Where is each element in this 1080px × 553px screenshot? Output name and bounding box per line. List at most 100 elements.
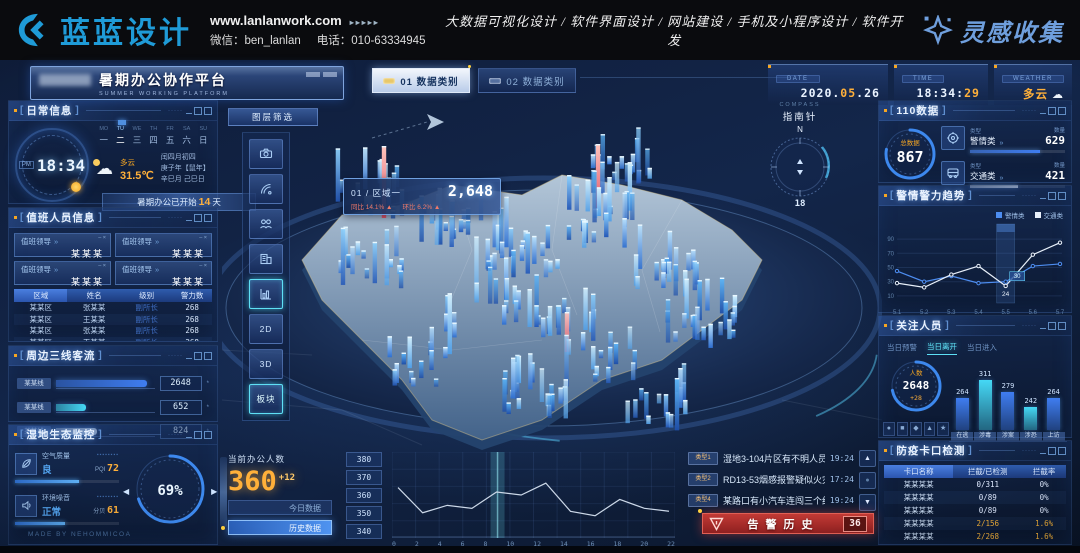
maximize-icon[interactable] [1048,107,1056,115]
expand-icon[interactable] [204,352,212,360]
weekday-cell[interactable]: TH四 [148,126,160,146]
table-row[interactable]: 某某某某0/890% [884,491,1066,504]
flow-row: 某某线652* [17,400,209,415]
layer-button-camera[interactable] [249,139,283,169]
layer-button-building[interactable] [249,244,283,274]
alert-item[interactable]: 类型4某路口有小汽车连闯三个红灯19:24 [688,492,876,508]
focus-tab-2[interactable]: 当日进入 [967,342,997,355]
minimize-icon[interactable] [1040,327,1046,329]
gauge-scrollbar[interactable] [220,457,227,527]
minimize-icon[interactable] [186,357,192,359]
camera-icon[interactable]: ◆ [910,422,922,436]
expand-icon[interactable] [204,214,212,222]
table-row[interactable]: 某某某某0/890% [884,504,1066,517]
yaxis-tick: 360 [346,488,382,503]
layer-button-3d[interactable]: 3D [249,349,283,379]
gauge-right-arrow-icon[interactable]: ▶ [211,487,217,496]
layer-button-chart[interactable] [249,279,283,309]
minimize-icon[interactable] [186,112,192,114]
expand-icon[interactable] [1058,322,1066,330]
scroll-down-icon[interactable]: ▼ [859,494,876,511]
svg-text:18: 18 [795,199,806,209]
expand-icon[interactable] [1058,107,1066,115]
table-row[interactable]: 某某区王某某副所长268 [14,337,212,343]
expand-icon[interactable] [1058,447,1066,455]
table-row[interactable]: 某某某某2/2681.6% [884,530,1066,543]
bag-icon[interactable]: ▲ [924,422,936,436]
weekday-cell[interactable]: SU日 [197,126,209,146]
table-cell: 副所长 [121,325,172,337]
layer-buttons: 2D 3D 板块 [242,132,290,421]
tooltip-mom: 环比 6.2% ▲ [402,201,440,211]
week-row: MO一 TU二 WE三 TH四 FR五 SA六 SU日 [96,126,211,146]
alert-item[interactable]: 类型2RD13-53烟感报警疑似火灾17:24 [688,471,876,487]
leaf-icon [15,453,37,475]
user-icon[interactable]: ● [883,422,895,436]
checkpoint-ratio: 0/311 [953,478,1022,491]
duty-leader-card[interactable]: 值班领导»某某某 [115,261,212,285]
minimize-icon[interactable] [1040,112,1046,114]
weekday-cell[interactable]: WE三 [131,126,143,146]
today-data-button[interactable]: 今日数据 [228,500,332,515]
layer-button-plate[interactable]: 板块 [249,384,283,414]
expand-icon[interactable] [1058,192,1066,200]
maximize-icon[interactable] [1048,447,1056,455]
checkpoint-table: 卡口名称拦截/已检测拦截率某某某某0/3110%某某某某0/890%某某某某0/… [884,465,1066,543]
weekday-cell[interactable]: SA六 [181,126,193,146]
gauge-left-arrow-icon[interactable]: ◀ [123,487,129,496]
focus-tab-1[interactable]: 当日离开 [927,341,957,355]
weekday-cell[interactable]: TU二 [115,126,127,146]
flag-icon[interactable]: ★ [937,422,949,436]
office-chart-yaxis: 380370360350340 [346,452,382,539]
tab-data-category-2[interactable]: 02 数据类别 [478,68,576,93]
expand-icon[interactable] [204,431,212,439]
layer-button-team[interactable] [249,209,283,239]
brand-text: 蓝蓝设计 [60,8,192,52]
layer-button-signal[interactable] [249,174,283,204]
website-link[interactable]: www.lanlanwork.com [210,13,342,28]
minimize-icon[interactable] [1040,452,1046,454]
minimize-icon[interactable] [186,219,192,221]
maximize-icon[interactable] [1048,322,1056,330]
layer-filter: 图层筛选 2D3D板块 [228,108,318,421]
expand-icon[interactable] [204,107,212,115]
car-icon[interactable]: ■ [897,422,909,436]
maximize-icon[interactable] [194,352,202,360]
focus-bar-group: 279涉案 [998,382,1018,441]
eco-progress [15,480,119,483]
alarm-history-banner[interactable]: 告警历史 36 [702,513,874,534]
maximize-icon[interactable] [194,431,202,439]
lanlan-logo[interactable]: 蓝蓝设计 [16,8,192,52]
compass-dial[interactable]: N 18 [758,123,842,209]
page: 蓝蓝设计 www.lanlanwork.com▸▸▸▸▸ 微信：ben_lanl… [0,0,1080,553]
layer-button-2d[interactable]: 2D [249,314,283,344]
maximize-icon[interactable] [194,107,202,115]
alert-item[interactable]: 类型1湿地3-104片区有不明人员闯入19:24 [688,450,876,466]
table-row[interactable]: 某某某某2/1561.6% [884,517,1066,530]
minimize-icon[interactable] [1040,197,1046,199]
tab-data-category-1[interactable]: 01 数据类别 [372,68,470,93]
focus-tab-0[interactable]: 当日预警 [887,342,917,355]
history-data-button[interactable]: 历史数据 [228,520,332,535]
checkpoint-rate: 1.6% [1022,530,1066,543]
inspiration-logo[interactable]: 灵感收集 [923,13,1064,48]
weekday-cell[interactable]: MO一 [98,126,110,146]
duty-leader-card[interactable]: 值班领导»某某某 [115,233,212,257]
maximize-icon[interactable] [194,214,202,222]
table-row[interactable]: 某某区张某某副所长268 [14,302,212,314]
scroll-up-icon[interactable]: ▲ [859,450,876,467]
minimize-icon[interactable] [186,436,192,438]
table-cell: 某某区 [14,325,67,337]
svg-text:总数据: 总数据 [900,138,920,147]
table-row[interactable]: 某某某某0/3110% [884,478,1066,491]
alert-type-badge: 类型2 [688,473,718,486]
tooltip-region: 01 / 区域一 [351,187,401,199]
duty-leader-card[interactable]: 值班领导»某某某 [14,261,111,285]
eco-progress [15,522,119,525]
lanlan-logo-icon [16,11,54,49]
maximize-icon[interactable] [1048,192,1056,200]
weekday-cell[interactable]: FR五 [164,126,176,146]
table-row[interactable]: 某某区王某某副所长268 [14,314,212,326]
duty-leader-card[interactable]: 值班领导»某某某 [14,233,111,257]
table-row[interactable]: 某某区张某某副所长268 [14,325,212,337]
